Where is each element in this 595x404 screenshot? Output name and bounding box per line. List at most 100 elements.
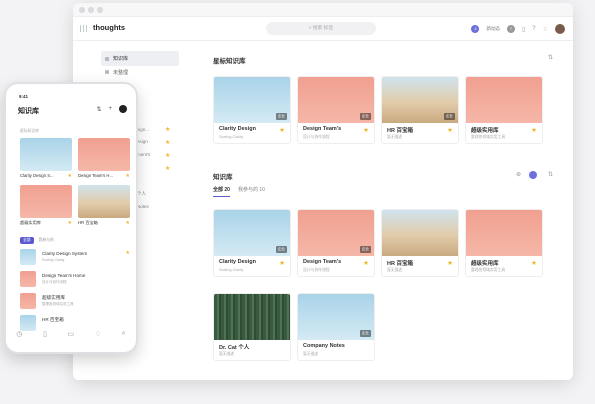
mobile-card[interactable]: 超级实用库 ★ xyxy=(20,185,72,228)
card-title: HR 百宝箱 xyxy=(387,128,413,134)
star-icon[interactable]: ★ xyxy=(68,220,72,226)
card-cover xyxy=(20,138,72,171)
list-thumbnail xyxy=(20,249,36,265)
star-icon[interactable]: ★ xyxy=(165,139,170,146)
sidebar-partial-text: 个人 xyxy=(137,191,146,196)
card-tag: 企业 xyxy=(359,113,371,120)
sort-icon[interactable]: ⇅ xyxy=(548,171,553,178)
library-card[interactable]: 企业 Clarity Design Scaling Clarity ★ xyxy=(213,209,291,277)
library-card[interactable]: Dr. Cat 个人 暂无描述 xyxy=(213,293,291,361)
window-dot[interactable] xyxy=(79,7,85,13)
mobile-phone: 9:41 知识库 ⇅ + 星标知识库 Clarity Design S... ★ D… xyxy=(4,82,138,354)
card-title: Clarity Design xyxy=(219,126,256,132)
library-icon[interactable]: ▭ xyxy=(68,330,75,338)
doc-icon[interactable]: ▯ xyxy=(43,330,47,338)
library-card[interactable]: 企业 Design Team's 设计与协作流程 ★ xyxy=(297,209,375,277)
apps-grid-icon[interactable] xyxy=(80,25,87,32)
tab-all[interactable]: 全部 xyxy=(20,237,34,244)
starred-card[interactable]: 超级实用库 整理各领域实用工具 ★ xyxy=(465,76,543,144)
star-icon[interactable]: ★ xyxy=(126,173,130,179)
list-title: HR 百宝箱 xyxy=(42,317,64,322)
card-cover: 企业 xyxy=(298,294,374,340)
bookmark-icon[interactable]: ▯ xyxy=(522,26,525,33)
list-title: Design Team's Home xyxy=(42,273,86,278)
card-subtitle: 设计与协作流程 xyxy=(303,268,330,272)
card-title: HR 百宝箱 xyxy=(387,261,413,267)
starred-card[interactable]: 企业 Clarity Design Scaling Clarity ★ xyxy=(213,76,291,144)
mobile-card[interactable]: Clarity Design S... ★ xyxy=(20,138,72,181)
card-subtitle: 暂无描述 xyxy=(387,268,403,272)
sidebar-item-label: 知识库 xyxy=(113,56,129,62)
star-icon[interactable]: ★ xyxy=(447,259,453,267)
library-card[interactable]: HR 百宝箱 暂无描述 ★ xyxy=(381,209,459,277)
tab-participated[interactable]: 我参与的 xyxy=(39,238,54,243)
card-title: Design Team's xyxy=(303,259,342,265)
starred-card[interactable]: 企业 Design Team's 设计与协作流程 ★ xyxy=(297,76,375,144)
card-cover xyxy=(214,294,290,340)
sort-icon[interactable]: ⇅ xyxy=(548,54,553,61)
star-icon[interactable]: ★ xyxy=(447,126,453,134)
star-icon[interactable]: ★ xyxy=(165,152,170,159)
list-item[interactable]: 超级实用库 整理各领域实用工具 xyxy=(20,292,130,310)
star-icon[interactable]: ★ xyxy=(531,259,537,267)
card-tag: 企业 xyxy=(443,113,455,120)
tab-participated[interactable]: 我参与的 10 xyxy=(238,186,265,197)
library-card[interactable]: 超级实用库 整理各领域实用工具 ★ xyxy=(465,209,543,277)
mobile-card[interactable]: Design Team's H... ★ xyxy=(78,138,130,181)
list-title: Clarity Design System xyxy=(42,251,88,256)
sidebar-partial-text: ment's xyxy=(137,152,151,157)
sidebar-item-unsorted[interactable]: 未整理 xyxy=(101,66,179,78)
card-title: Dr. Cat 个人 xyxy=(219,345,250,351)
sidebar-item-knowledge[interactable]: 知识库 xyxy=(101,51,179,66)
search-bar[interactable]: ⌕ 搜索 标签 xyxy=(266,22,376,35)
star-icon[interactable]: ★ xyxy=(165,126,170,133)
card-cover: 企业 xyxy=(214,77,290,123)
starred-section-title: 星标知识库 xyxy=(213,58,246,65)
notification-badge[interactable]: 4 xyxy=(471,25,480,33)
sidebar-partial-text: esign xyxy=(137,139,148,144)
tab-all[interactable]: 全部 20 xyxy=(213,186,230,197)
card-title: 超级实用库 xyxy=(471,261,499,267)
sidebar-partial-text: sign... xyxy=(137,127,150,132)
card-cover xyxy=(382,210,458,256)
mobile-tabs: 全部 我参与的 xyxy=(20,237,54,244)
window-dot[interactable] xyxy=(97,7,103,13)
clock-icon[interactable]: ◷ xyxy=(16,330,22,338)
star-icon[interactable]: ★ xyxy=(363,126,369,134)
view-toggle-icon[interactable] xyxy=(529,171,537,179)
card-subtitle: 暂无描述 xyxy=(303,352,319,356)
star-icon[interactable]: ★ xyxy=(531,126,537,134)
card-cover: 企业 xyxy=(298,210,374,256)
updates-link[interactable]: 新动态 xyxy=(486,26,500,32)
star-icon[interactable]: ★ xyxy=(126,250,130,256)
list-subtitle: Scaling Clarity xyxy=(42,258,65,262)
add-icon[interactable]: + xyxy=(108,106,112,112)
search-icon[interactable]: ⌕ xyxy=(122,330,126,338)
list-item[interactable]: Clarity Design System Scaling Clarity ★ xyxy=(20,248,130,266)
star-icon[interactable]: ★ xyxy=(126,220,130,226)
star-icon[interactable]: ★ xyxy=(68,173,72,179)
star-icon[interactable]: ★ xyxy=(363,259,369,267)
count-badge[interactable]: 7 xyxy=(506,25,515,33)
star-icon[interactable]: ★ xyxy=(165,165,170,172)
card-tag: 企业 xyxy=(275,113,287,120)
mobile-card[interactable]: HR 百宝箱 ★ xyxy=(78,185,130,228)
list-item[interactable]: Design Team's Home 设计与协作流程 xyxy=(20,270,130,288)
bell-icon[interactable]: ♢ xyxy=(543,26,548,33)
avatar[interactable] xyxy=(555,24,565,34)
card-title: 超级实用库 xyxy=(471,128,499,134)
star-icon[interactable]: ★ xyxy=(279,259,285,267)
avatar[interactable] xyxy=(119,105,127,113)
sort-icon[interactable]: ⇅ xyxy=(96,106,101,113)
mobile-section-label: 星标知识库 xyxy=(20,129,39,133)
star-icon[interactable]: ★ xyxy=(279,126,285,134)
card-title: Clarity Design S... xyxy=(20,173,54,178)
list-subtitle: 整理各领域实用工具 xyxy=(42,302,74,306)
window-dot[interactable] xyxy=(88,7,94,13)
grid-view-icon[interactable]: ⊕ xyxy=(516,171,521,178)
starred-card[interactable]: 企业 HR 百宝箱 暂无描述 ★ xyxy=(381,76,459,144)
library-card[interactable]: 企业 Company Notes 暂无描述 xyxy=(297,293,375,361)
bell-icon[interactable]: ♢ xyxy=(95,330,101,338)
help-icon[interactable]: ? xyxy=(532,26,535,32)
card-cover xyxy=(20,185,72,218)
